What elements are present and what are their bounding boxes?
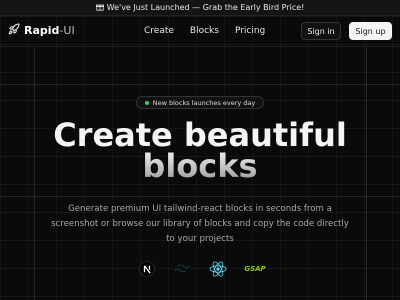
react-icon <box>208 260 228 278</box>
logo-name: Rapid-UI <box>24 24 75 37</box>
sign-up-button[interactable]: Sign up <box>349 22 392 40</box>
nav-link-pricing[interactable]: Pricing <box>235 26 265 36</box>
badge-text: New blocks launches every day <box>152 98 256 107</box>
new-blocks-badge[interactable]: New blocks launches every day <box>136 96 264 109</box>
nav-links: Create Blocks Pricing <box>144 26 265 36</box>
hero-subtitle: Generate premium UI tailwind-react block… <box>51 204 349 244</box>
nav-link-create[interactable]: Create <box>144 26 174 36</box>
gsap-icon: GSAP <box>244 265 266 273</box>
logo[interactable]: Rapid-UI <box>8 23 75 38</box>
gift-icon <box>95 3 104 13</box>
rocket-icon <box>8 23 20 38</box>
status-dot-icon <box>144 100 149 105</box>
sign-in-button[interactable]: Sign in <box>301 22 341 40</box>
nextjs-icon <box>137 260 157 278</box>
hero-title: Create beautiful blocks <box>0 119 400 182</box>
frame-line-top <box>0 84 400 85</box>
announcement-text: We've Just Launched — Grab the Early Bir… <box>106 3 305 12</box>
nav-link-blocks[interactable]: Blocks <box>190 26 219 36</box>
top-nav: Rapid-UI Create Blocks Pricing Sign in S… <box>0 16 400 47</box>
announcement-bar[interactable]: We've Just Launched — Grab the Early Bir… <box>0 0 400 16</box>
tailwind-icon <box>172 260 192 278</box>
hero-title-line2: blocks <box>0 150 400 182</box>
frame-line-bottom <box>0 196 400 197</box>
